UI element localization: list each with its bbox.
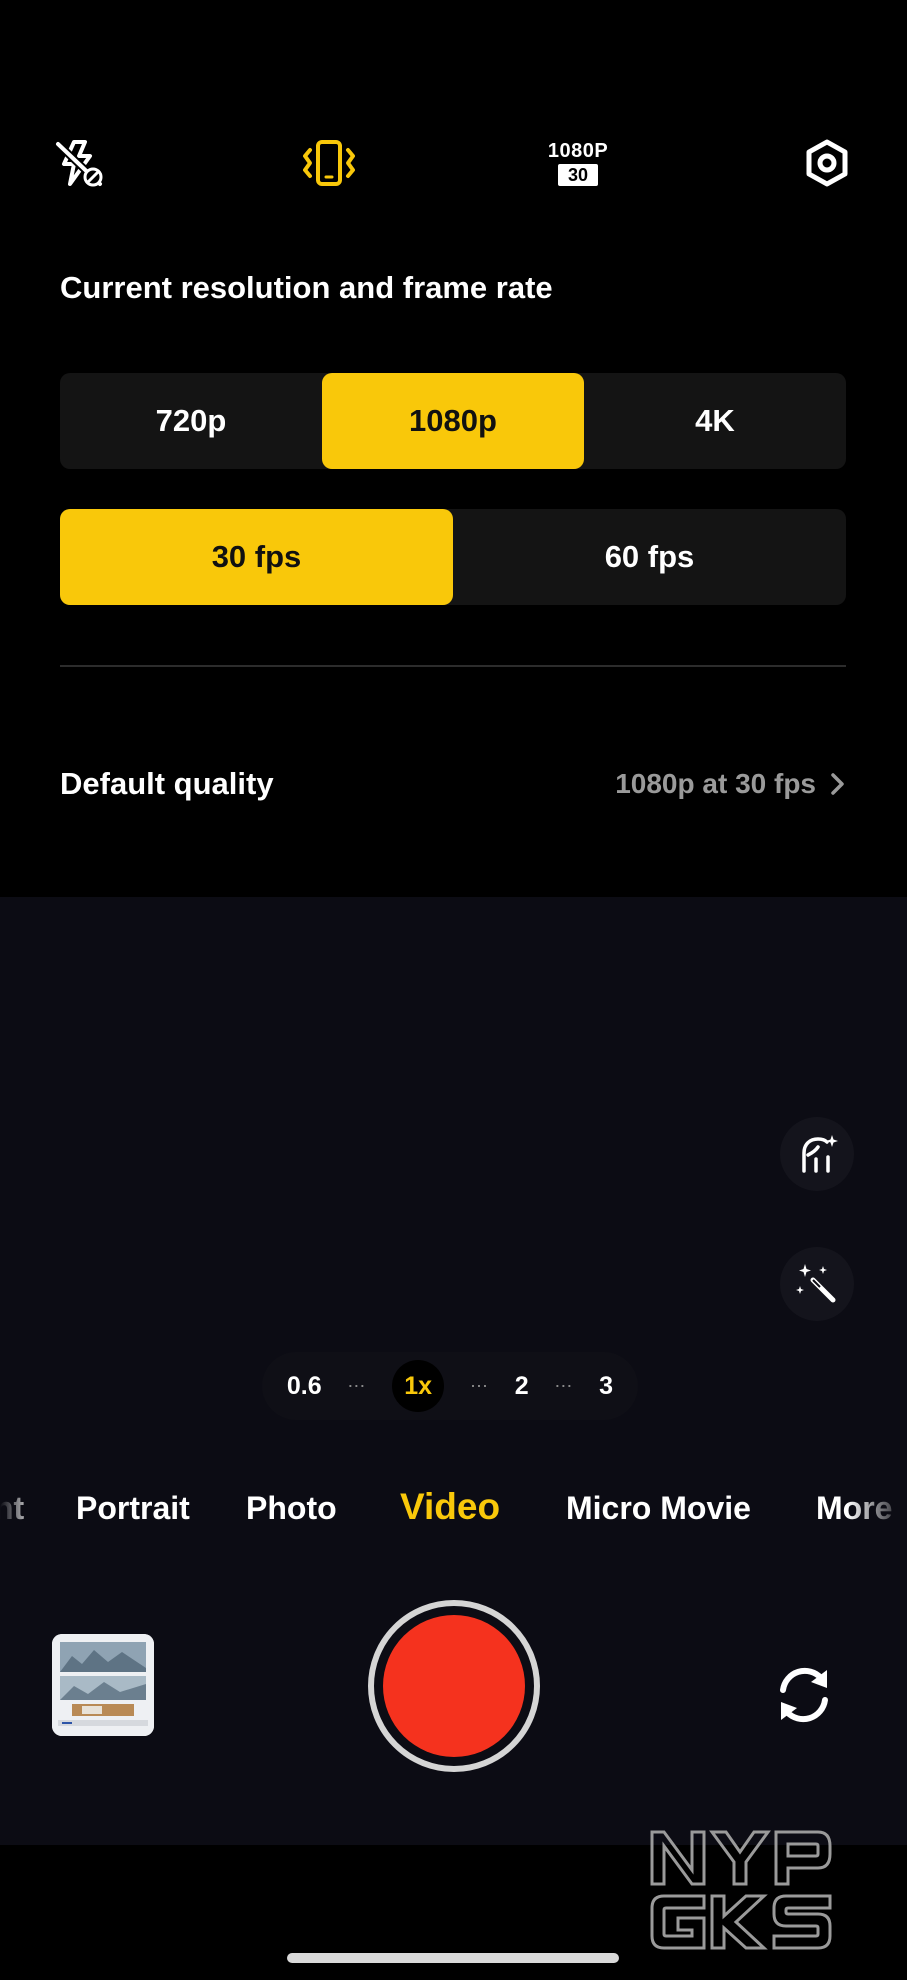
gallery-preview-image [52, 1634, 154, 1736]
default-quality-value: 1080p at 30 fps [615, 768, 816, 799]
flash-off-icon [55, 140, 103, 187]
default-quality-label: Default quality [60, 766, 274, 801]
default-quality-value-group: 1080p at 30 fps [615, 768, 846, 800]
switch-camera-icon [780, 1667, 828, 1723]
settings-button[interactable] [794, 130, 860, 196]
frame-rate-selector: 30 fps 60 fps [60, 509, 846, 605]
mode-micro-movie[interactable]: Micro Movie [566, 1490, 751, 1527]
ai-enhance-button[interactable] [780, 1247, 854, 1321]
mode-portrait[interactable]: Portrait [76, 1490, 190, 1527]
nypgks-logo-icon [650, 1830, 832, 1950]
divider [60, 665, 846, 667]
face-retouch-button[interactable] [780, 1117, 854, 1191]
chevron-right-icon [831, 773, 844, 795]
section-title: Current resolution and frame rate [60, 270, 553, 305]
zoom-option-2[interactable]: 2 [515, 1372, 529, 1401]
flash-toggle-button[interactable] [46, 130, 112, 196]
zoom-separator: ⋯ [554, 1375, 574, 1396]
resolution-option-720p[interactable]: 720p [60, 373, 322, 469]
settings-hexagon-icon [806, 139, 848, 187]
fps-option-60[interactable]: 60 fps [453, 509, 846, 605]
zoom-option-1x[interactable]: 1x [392, 1360, 445, 1412]
stabilization-button[interactable] [296, 130, 362, 196]
mode-fade-right [847, 1490, 907, 1550]
zoom-option-3[interactable]: 3 [599, 1372, 613, 1401]
fps-option-30[interactable]: 30 fps [60, 509, 453, 605]
magic-wand-icon [796, 1264, 836, 1303]
camera-mode-carousel: nt Portrait Photo Video Micro Movie More [0, 1486, 907, 1550]
camera-settings-panel: 1080P 30 Current resolution and frame ra… [0, 0, 907, 897]
mode-video[interactable]: Video [400, 1486, 500, 1528]
zoom-option-0-6[interactable]: 0.6 [287, 1372, 322, 1401]
default-quality-row[interactable]: Default quality 1080p at 30 fps [60, 752, 846, 816]
camera-viewfinder[interactable]: 0.6 ⋯ 1x ⋯ 2 ⋯ 3 nt Portrait Photo Video… [0, 897, 907, 1845]
record-button-core [383, 1615, 525, 1757]
record-button[interactable] [368, 1600, 540, 1772]
mode-photo[interactable]: Photo [246, 1490, 337, 1527]
face-sparkle-icon [802, 1135, 838, 1173]
resolution-selector: 720p 1080p 4K [60, 373, 846, 469]
framerate-badge-label: 30 [557, 163, 599, 186]
resolution-badge-label: 1080P [547, 139, 609, 162]
resolution-badge-button[interactable]: 1080P 30 [536, 130, 620, 196]
gallery-thumbnail[interactable] [52, 1634, 154, 1736]
home-indicator[interactable] [287, 1953, 619, 1963]
resolution-badge: 1080P 30 [548, 141, 608, 186]
switch-camera-button[interactable] [756, 1647, 852, 1743]
zoom-separator: ⋯ [347, 1375, 367, 1396]
resolution-option-4k[interactable]: 4K [584, 373, 846, 469]
zoom-selector: 0.6 ⋯ 1x ⋯ 2 ⋯ 3 [262, 1352, 638, 1420]
vibrate-phone-icon [303, 140, 355, 186]
mode-fade-left [0, 1490, 36, 1550]
watermark-logo [648, 1826, 874, 1954]
resolution-option-1080p[interactable]: 1080p [322, 373, 584, 469]
zoom-separator: ⋯ [469, 1375, 489, 1396]
